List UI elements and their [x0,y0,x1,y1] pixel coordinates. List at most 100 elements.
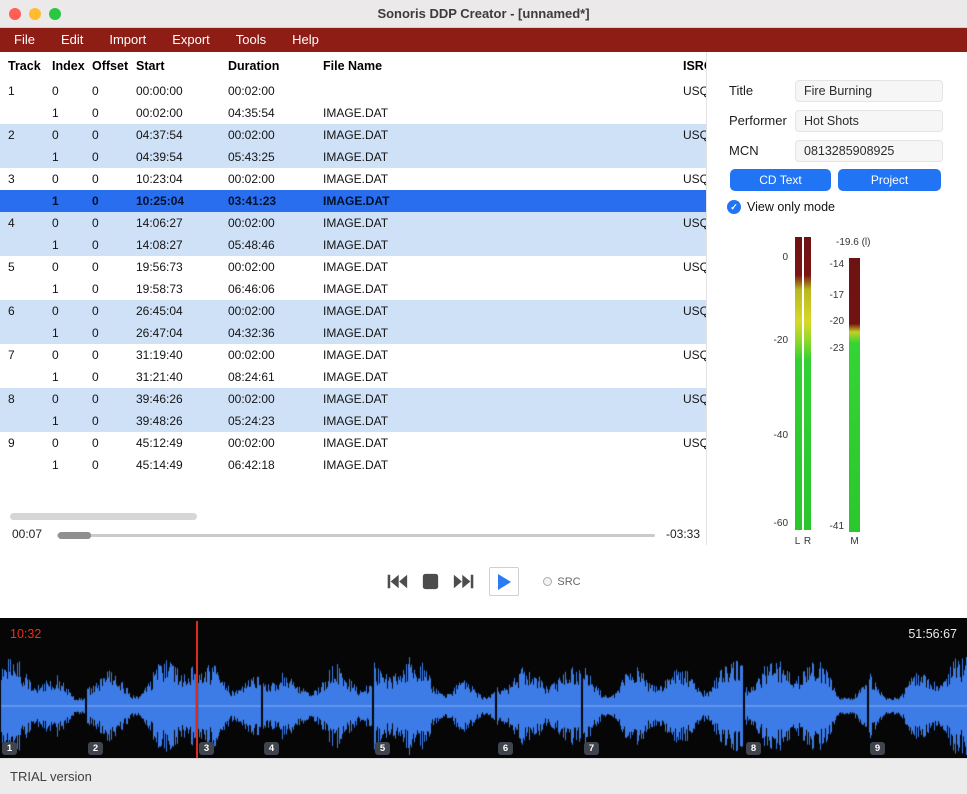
seek-slider-track[interactable] [57,534,655,537]
src-toggle[interactable]: SRC [543,576,580,588]
cell-track: 6 [8,300,52,322]
menu-item-help[interactable]: Help [279,28,332,52]
meter-bar-right [804,237,811,530]
play-button[interactable] [489,567,519,596]
waveform-timeline[interactable] [0,654,967,758]
column-header-isrc: ISRC [683,59,706,73]
cell-track [8,278,52,300]
table-row[interactable]: 1000:02:0004:35:54IMAGE.DAT [0,102,706,124]
table-row[interactable]: 60026:45:0400:02:00IMAGE.DATUSQ [0,300,706,322]
cell-duration: 00:02:00 [228,344,323,366]
cell-start: 19:58:73 [136,278,228,300]
table-row[interactable]: 80039:46:2600:02:00IMAGE.DATUSQ [0,388,706,410]
total-length-label: 51:56:67 [908,627,957,641]
menu-item-export[interactable]: Export [159,28,223,52]
cell-offset: 0 [92,388,136,410]
window-title: Sonoris DDP Creator - [unnamed*] [377,6,589,21]
table-row[interactable]: 90045:12:4900:02:00IMAGE.DATUSQ [0,432,706,454]
cell-duration: 00:02:00 [228,168,323,190]
seek-slider-thumb[interactable] [58,532,91,539]
menu-item-edit[interactable]: Edit [48,28,96,52]
src-label: SRC [557,576,580,588]
cell-offset: 0 [92,102,136,124]
window-controls [9,8,61,20]
close-button-icon[interactable] [9,8,21,20]
cell-offset: 0 [92,300,136,322]
cell-offset: 0 [92,124,136,146]
cell-start: 19:56:73 [136,256,228,278]
stop-button[interactable] [422,573,439,590]
cell-file: IMAGE.DAT [323,322,683,344]
table-row[interactable]: 10000:00:0000:02:00USQ [0,80,706,102]
table-row[interactable]: 1004:39:5405:43:25IMAGE.DAT [0,146,706,168]
table-row[interactable]: 30010:23:0400:02:00IMAGE.DATUSQ [0,168,706,190]
cell-offset: 0 [92,190,136,212]
table-row[interactable]: 50019:56:7300:02:00IMAGE.DATUSQ [0,256,706,278]
track-badge: 1 [2,742,17,755]
table-row[interactable]: 1045:14:4906:42:18IMAGE.DAT [0,454,706,476]
cell-index: 1 [52,102,92,124]
cell-index: 0 [52,212,92,234]
cell-index: 0 [52,432,92,454]
table-row[interactable]: 1026:47:0404:32:36IMAGE.DAT [0,322,706,344]
cell-track: 5 [8,256,52,278]
cell-track: 7 [8,344,52,366]
cell-duration: 00:02:00 [228,212,323,234]
track-badge: 7 [584,742,599,755]
menu-item-import[interactable]: Import [96,28,159,52]
menu-item-tools[interactable]: Tools [223,28,279,52]
menu-bar: File Edit Import Export Tools Help [0,28,967,52]
cell-track: 8 [8,388,52,410]
cell-start: 10:23:04 [136,168,228,190]
waveform-area: 10:32 51:56:67 123456789 [0,618,967,758]
cell-duration: 06:46:06 [228,278,323,300]
cell-offset: 0 [92,278,136,300]
skip-forward-button[interactable] [453,573,475,590]
table-row[interactable]: 40014:06:2700:02:00IMAGE.DATUSQ [0,212,706,234]
m-scale-23: -23 [808,343,844,354]
table-row[interactable]: 1010:25:0403:41:23IMAGE.DAT [0,190,706,212]
cell-start: 00:00:00 [136,80,228,102]
cell-duration: 00:02:00 [228,388,323,410]
table-row[interactable]: 70031:19:4000:02:00IMAGE.DATUSQ [0,344,706,366]
minimize-button-icon[interactable] [29,8,41,20]
cell-file: IMAGE.DAT [323,388,683,410]
cell-track [8,322,52,344]
seek-bar: 00:07 -03:33 [0,525,707,545]
table-row[interactable]: 1019:58:7306:46:06IMAGE.DAT [0,278,706,300]
cell-file: IMAGE.DAT [323,300,683,322]
cell-isrc: USQ [683,256,706,278]
cell-file: IMAGE.DAT [323,212,683,234]
window-titlebar: Sonoris DDP Creator - [unnamed*] [0,0,967,28]
cell-isrc [683,366,706,388]
table-row[interactable]: 1014:08:2705:48:46IMAGE.DAT [0,234,706,256]
cell-file: IMAGE.DAT [323,366,683,388]
play-icon [496,573,512,591]
table-row[interactable]: 20004:37:5400:02:00IMAGE.DATUSQ [0,124,706,146]
track-badge: 2 [88,742,103,755]
track-badge: 8 [746,742,761,755]
cell-index: 1 [52,190,92,212]
cell-file: IMAGE.DAT [323,256,683,278]
cell-duration: 05:43:25 [228,146,323,168]
track-badge: 5 [375,742,390,755]
table-row[interactable]: 1039:48:2605:24:23IMAGE.DAT [0,410,706,432]
skip-back-button[interactable] [386,573,408,590]
cell-duration: 05:24:23 [228,410,323,432]
table-row[interactable]: 1031:21:4008:24:61IMAGE.DAT [0,366,706,388]
cell-isrc: USQ [683,344,706,366]
cell-start: 39:46:26 [136,388,228,410]
cell-isrc: USQ [683,212,706,234]
cell-isrc: USQ [683,80,706,102]
cell-start: 10:25:04 [136,190,228,212]
cell-duration: 08:24:61 [228,366,323,388]
lr-scale-20: -20 [755,335,788,346]
zoom-button-icon[interactable] [49,8,61,20]
horizontal-scrollbar-thumb[interactable] [10,513,197,520]
menu-item-file[interactable]: File [1,28,48,52]
level-meters: 0 -20 -40 -60 -19.6 (l) -14 -17 -20 -23 … [707,52,967,545]
cell-file: IMAGE.DAT [323,168,683,190]
src-indicator-icon [543,577,552,586]
cell-duration: 00:02:00 [228,124,323,146]
cell-file: IMAGE.DAT [323,410,683,432]
